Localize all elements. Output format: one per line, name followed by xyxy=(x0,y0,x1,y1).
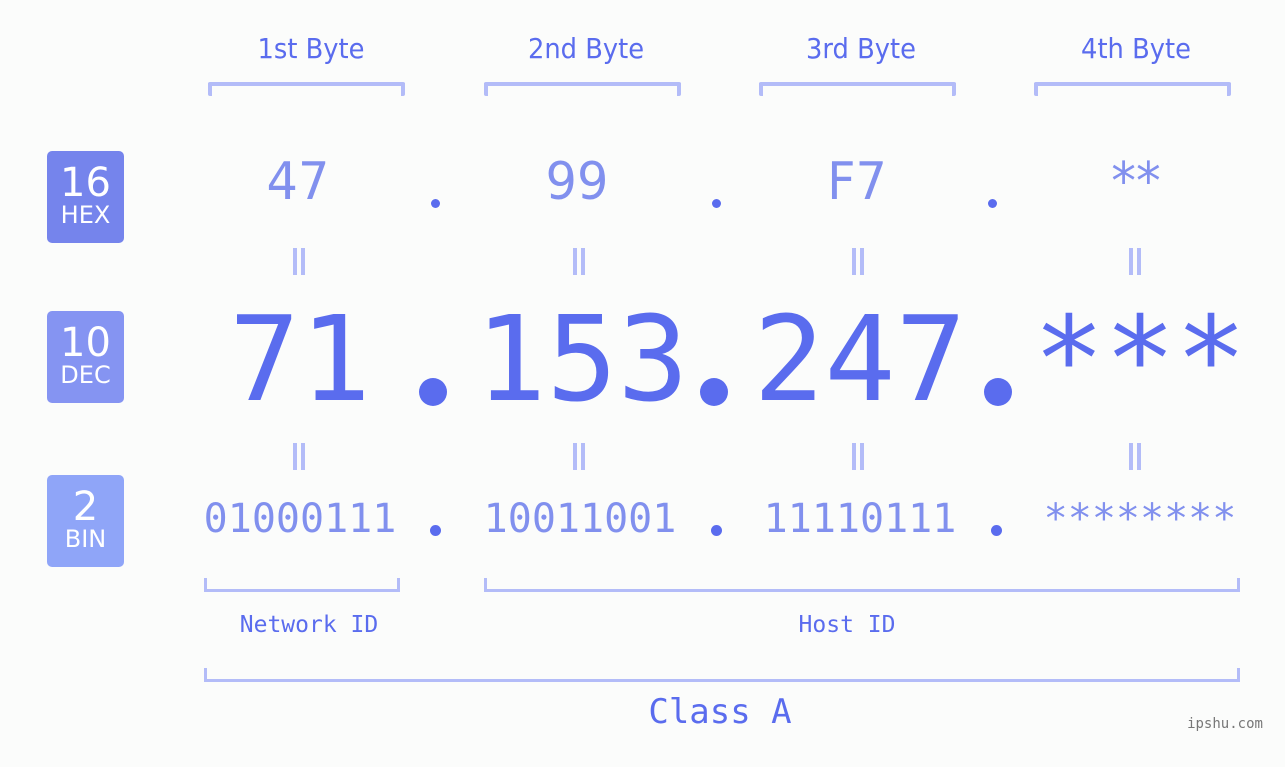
equals-icon xyxy=(852,248,864,275)
host-id-bracket xyxy=(484,578,1240,592)
byte-header-3: 3rd Byte xyxy=(806,32,916,65)
bin-base: 2 xyxy=(72,484,99,530)
byte-header-1: 1st Byte xyxy=(257,32,365,65)
bin-badge: 2 BIN xyxy=(47,475,124,567)
hex-byte-1: 47 xyxy=(266,152,330,212)
byte-bracket-1 xyxy=(208,82,405,96)
hex-badge: 16 HEX xyxy=(47,151,124,243)
equals-icon xyxy=(1129,443,1141,470)
hex-separator-dot xyxy=(988,199,997,208)
dec-separator-dot xyxy=(419,378,447,406)
equals-icon xyxy=(293,443,305,470)
bin-separator-dot xyxy=(991,525,1002,536)
class-bracket xyxy=(204,668,1240,682)
hex-label: HEX xyxy=(60,201,111,229)
dec-label: DEC xyxy=(60,361,111,389)
byte-header-4: 4th Byte xyxy=(1081,32,1191,65)
network-id-bracket xyxy=(204,578,400,592)
hex-byte-4: ** xyxy=(1111,152,1161,212)
equals-icon xyxy=(852,443,864,470)
bin-byte-2: 10011001 xyxy=(483,496,677,542)
hex-separator-dot xyxy=(431,199,440,208)
bin-separator-dot xyxy=(430,525,441,536)
byte-bracket-2 xyxy=(484,82,681,96)
dec-byte-1: 71 xyxy=(228,290,372,428)
hex-byte-3: F7 xyxy=(827,152,887,212)
bin-byte-3: 11110111 xyxy=(763,496,957,542)
equals-icon xyxy=(573,248,585,275)
dec-byte-3: 247 xyxy=(753,290,967,428)
bin-label: BIN xyxy=(64,525,107,553)
host-id-label: Host ID xyxy=(798,612,896,638)
byte-header-2: 2nd Byte xyxy=(527,32,645,65)
hex-byte-2: 99 xyxy=(545,152,609,212)
dec-separator-dot xyxy=(984,378,1012,406)
bin-byte-4: ******** xyxy=(1043,496,1237,542)
dec-badge: 10 DEC xyxy=(47,311,124,403)
dec-base: 10 xyxy=(60,320,111,366)
dec-byte-2: 153 xyxy=(475,290,689,428)
bin-byte-1: 01000111 xyxy=(203,496,397,542)
hex-base: 16 xyxy=(60,160,111,206)
equals-icon xyxy=(293,248,305,275)
hex-separator-dot xyxy=(712,199,721,208)
byte-bracket-4 xyxy=(1034,82,1231,96)
dec-separator-dot xyxy=(700,378,728,406)
equals-icon xyxy=(1129,248,1141,275)
equals-icon xyxy=(573,443,585,470)
dec-byte-4: *** xyxy=(1033,290,1247,428)
byte-bracket-3 xyxy=(759,82,956,96)
class-label: Class A xyxy=(648,692,792,732)
bin-separator-dot xyxy=(711,525,722,536)
watermark: ipshu.com xyxy=(1187,716,1263,732)
network-id-label: Network ID xyxy=(239,612,379,638)
